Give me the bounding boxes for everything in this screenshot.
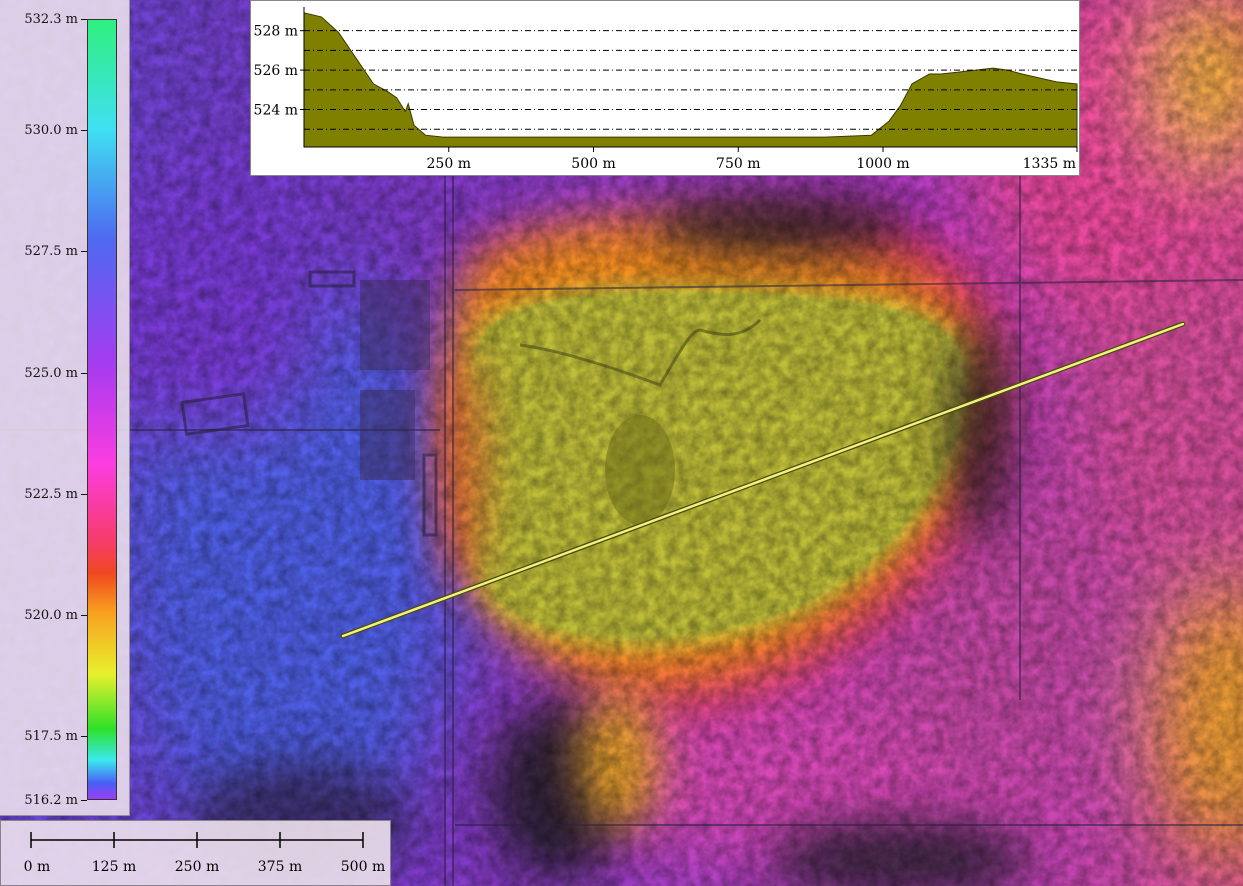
profile-x-tick-label: 1000 m [856,156,909,172]
profile-y-tick-label: 526 m [254,63,298,79]
elevation-color-ramp [87,19,117,800]
scale-bar-label: 250 m [175,859,219,875]
legend-tick: 530.0 m [0,123,87,139]
profile-x-tick-label: 250 m [427,156,471,172]
profile-y-tick-label: 528 m [254,24,298,40]
scale-bar-label: 125 m [92,859,136,875]
scale-bar-label: 375 m [258,859,302,875]
legend-tick-label: 520.0 m [24,608,78,624]
profile-x-tick-label: 500 m [571,156,615,172]
legend-tick: 517.5 m [0,729,87,745]
scale-bar-panel: 0 m 125 m 250 m 375 m 500 m [0,820,391,886]
profile-x-tick-label: 1335 m [1023,156,1076,172]
legend-tick-label: 527.5 m [24,244,78,260]
legend-tick-label: 516.2 m [24,792,78,808]
elevation-profile-panel: 528 m 526 m 524 m 250 m 500 m 750 m 1000 m 1335… [250,0,1080,176]
legend-tick-label: 525.0 m [24,365,78,381]
legend-tick: 516.2 m [0,792,87,808]
legend-tick-label: 530.0 m [24,123,78,139]
legend-tick-label: 532.3 m [24,11,78,27]
legend-tick: 520.0 m [0,608,87,624]
legend-tick: 527.5 m [0,244,87,260]
legend-tick: 522.5 m [0,486,87,502]
profile-x-tick-label: 750 m [716,156,760,172]
legend-tick: 525.0 m [0,365,87,381]
legend-tick-label: 517.5 m [24,729,78,745]
legend-tick-label: 522.5 m [24,486,78,502]
scale-bar: 0 m 125 m 250 m 375 m 500 m [24,832,385,875]
profile-y-tick-label: 524 m [254,103,298,119]
profile-area [303,12,1078,148]
scale-bar-label: 500 m [341,859,385,875]
legend-tick: 532.3 m [0,11,87,27]
scale-bar-label: 0 m [24,859,51,875]
elevation-legend: 532.3 m 530.0 m 527.5 m 525.0 m 522.5 m … [0,0,130,816]
elevation-profile-chart: 528 m 526 m 524 m 250 m 500 m 750 m 1000 m 1335… [254,7,1078,172]
